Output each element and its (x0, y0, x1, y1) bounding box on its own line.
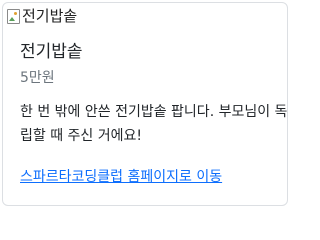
product-image: 전기밥솥 (6, 7, 77, 25)
card-description: 한 번 밖에 안쓴 전기밥솥 팝니다. 부모님이 독립할 때 주신 거에요! (20, 104, 288, 144)
product-card: 전기밥솥 전기밥솥 5만원 한 번 밖에 안쓴 전기밥솥 팝니다. 부모님이 독… (2, 2, 288, 206)
card-title: 전기밥솥 (20, 42, 83, 62)
card-price: 5만원 (20, 70, 55, 86)
homepage-link[interactable]: 스파르타코딩클럽 홈페이지로 이동 (20, 168, 222, 186)
product-image-alt-text: 전기밥솥 (22, 7, 78, 25)
broken-image-icon (6, 8, 20, 24)
